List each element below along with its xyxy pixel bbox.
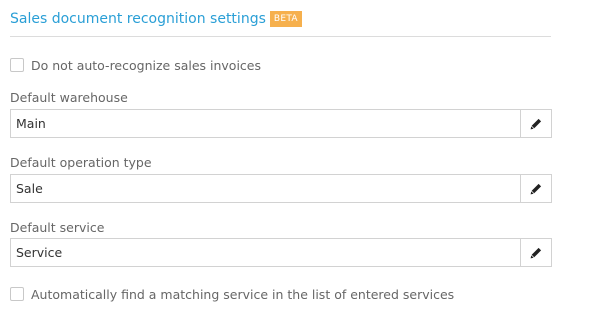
service-input[interactable]	[11, 239, 520, 266]
operation-type-edit-button[interactable]	[520, 175, 551, 202]
auto-find-service-checkbox-row[interactable]: Automatically find a matching service in…	[10, 285, 454, 303]
section-header: Sales document recognition settings BETA	[10, 9, 551, 37]
pencil-icon	[530, 118, 542, 129]
operation-type-field	[10, 174, 552, 203]
auto-find-service-checkbox[interactable]	[10, 287, 24, 301]
warehouse-input[interactable]	[11, 110, 520, 137]
service-field	[10, 238, 552, 267]
service-label: Default service	[10, 220, 105, 235]
beta-badge: BETA	[269, 11, 302, 27]
operation-type-label: Default operation type	[10, 155, 152, 170]
section-title-text: Sales document recognition settings	[10, 11, 266, 27]
section-title: Sales document recognition settings BETA	[10, 9, 302, 29]
no-auto-recognize-checkbox[interactable]	[10, 58, 24, 72]
warehouse-field	[10, 109, 552, 138]
no-auto-recognize-label[interactable]: Do not auto-recognize sales invoices	[31, 58, 261, 73]
warehouse-label: Default warehouse	[10, 90, 128, 105]
warehouse-edit-button[interactable]	[520, 110, 551, 137]
no-auto-recognize-checkbox-row[interactable]: Do not auto-recognize sales invoices	[10, 56, 261, 74]
service-edit-button[interactable]	[520, 239, 551, 266]
pencil-icon	[530, 247, 542, 258]
pencil-icon	[530, 183, 542, 194]
operation-type-input[interactable]	[11, 175, 520, 202]
auto-find-service-label[interactable]: Automatically find a matching service in…	[31, 287, 454, 302]
